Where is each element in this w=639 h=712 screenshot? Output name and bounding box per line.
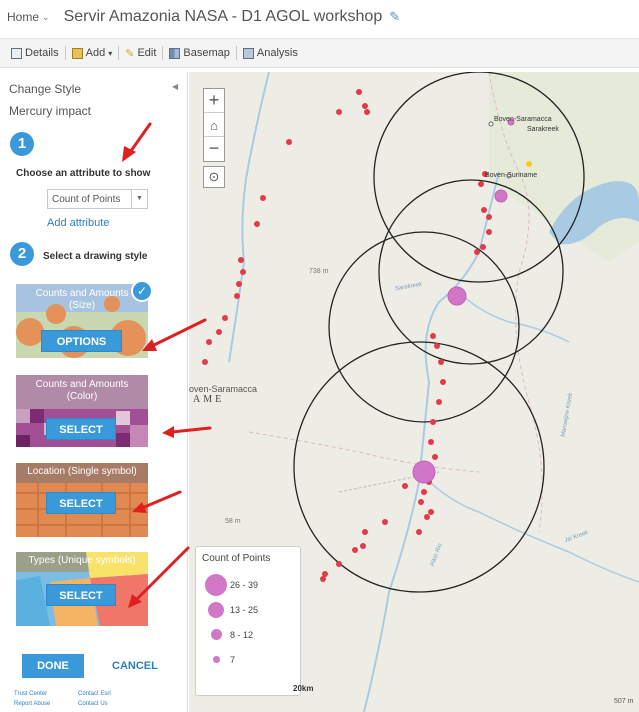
legend-symbol — [212, 656, 220, 663]
legend-title: Count of Points — [202, 553, 271, 564]
home-extent-button[interactable]: ⌂ — [204, 113, 224, 137]
elevation-label: 507 m — [614, 698, 634, 705]
trust-center-link[interactable]: Trust Center — [14, 689, 78, 699]
legend-item: 8 - 12 — [202, 622, 294, 647]
legend-label: 13 - 25 — [230, 604, 259, 615]
edit-title-icon[interactable]: ✎ — [389, 9, 400, 25]
zoom-controls: + ⌂ − — [203, 88, 225, 162]
analysis-label: Analysis — [256, 47, 298, 59]
locate-button[interactable]: ⊙ — [203, 166, 225, 188]
place-label: oven-Saramacca — [189, 384, 258, 394]
basemap-label: Basemap — [183, 47, 230, 59]
step-2-label: Select a drawing style — [43, 251, 148, 262]
top-bar: Home ⌄ Servir Amazonia NASA - D1 AGOL wo… — [0, 0, 639, 34]
legend-label: 7 — [230, 654, 236, 665]
legend-item: 13 - 25 — [202, 597, 294, 622]
home-label[interactable]: Home — [7, 10, 39, 24]
place-label: Boven-Saramacca — [494, 116, 552, 123]
select-button-color[interactable]: SELECT — [46, 418, 116, 440]
toolbar-divider — [118, 46, 120, 60]
elevation-label: 58 m — [225, 518, 241, 525]
details-label: Details — [25, 47, 59, 59]
details-icon — [11, 47, 22, 59]
change-style-panel: Change Style ◀ Mercury impact 1 Choose a… — [0, 72, 188, 712]
style-card-title: Location (Single symbol) — [27, 466, 137, 477]
home-icon: ⌂ — [210, 118, 218, 133]
locate-icon: ⊙ — [208, 169, 220, 184]
basemap-button[interactable]: Basemap — [165, 47, 233, 59]
legend-label: 26 - 39 — [230, 579, 259, 590]
toolbar-divider — [235, 46, 237, 60]
legend-panel: Count of Points 26 - 39 13 - 25 8 - 12 7 — [195, 546, 301, 696]
report-abuse-link[interactable]: Report Abuse — [14, 699, 78, 709]
style-card-title: Counts and Amounts (Color) — [35, 379, 129, 402]
map-title: Servir Amazonia NASA - D1 AGOL workshop — [63, 8, 383, 25]
edit-icon: ✎ — [125, 47, 135, 60]
style-card-location[interactable]: Location (Single symbol) SELECT — [16, 463, 148, 537]
style-card-counts-size[interactable]: Counts and Amounts (Size) OPTIONS — [16, 284, 148, 358]
step-2-badge: 2 — [10, 242, 34, 266]
toolbar-divider — [162, 46, 164, 60]
edit-button[interactable]: ✎ Edit — [121, 47, 160, 60]
place-label: Sarakreek — [527, 126, 559, 133]
edit-label: Edit — [137, 47, 157, 59]
add-icon — [71, 47, 83, 59]
chevron-down-icon[interactable]: ⌄ — [42, 12, 50, 23]
done-button[interactable]: DONE — [22, 654, 84, 678]
legend-item: 26 - 39 — [202, 572, 294, 597]
selected-check-icon: ✓ — [131, 280, 153, 302]
legend-symbol — [205, 573, 227, 596]
scale-bar: 20km — [293, 684, 314, 693]
contact-esri-link[interactable]: Contact Esri — [78, 689, 138, 699]
chevron-down-icon[interactable]: ▼ — [131, 190, 147, 208]
zoom-in-button[interactable]: + — [204, 89, 224, 113]
panel-footer: DONE CANCEL — [22, 654, 158, 678]
elevation-label: 738 m — [309, 268, 329, 275]
home-menu[interactable]: Home ⌄ — [7, 10, 50, 24]
contact-us-link[interactable]: Contact Us — [78, 699, 138, 709]
step-1-badge: 1 — [10, 132, 34, 156]
collapse-panel-icon[interactable]: ◀ — [172, 82, 178, 91]
select-button-types[interactable]: SELECT — [46, 584, 116, 606]
zoom-out-button[interactable]: − — [204, 137, 224, 161]
legend-item: 7 — [202, 647, 294, 672]
chevron-down-icon: ▾ — [108, 48, 113, 58]
select-button-location[interactable]: SELECT — [46, 492, 116, 514]
footer-links: Trust Center Contact Esri Report Abuse C… — [14, 689, 138, 709]
legend-symbol — [208, 601, 224, 618]
panel-title: Change Style — [9, 82, 82, 96]
add-button[interactable]: Add ▾ — [68, 47, 117, 59]
step-1-label: Choose an attribute to show — [16, 168, 151, 179]
cancel-button[interactable]: CANCEL — [112, 654, 158, 678]
add-attribute-link[interactable]: Add attribute — [47, 217, 109, 229]
toolbar-divider — [64, 46, 66, 60]
toolbar: Details Add ▾ ✎ Edit Basemap Analysis — [0, 38, 639, 68]
add-label: Add — [85, 47, 106, 59]
style-card-counts-color[interactable]: Counts and Amounts (Color) SELECT — [16, 375, 148, 447]
basemap-icon — [169, 47, 181, 59]
attribute-select[interactable]: Count of Points ▼ — [47, 189, 148, 209]
style-card-title: Counts and Amounts (Size) — [35, 288, 129, 311]
legend-label: 8 - 12 — [230, 629, 254, 640]
attribute-select-value: Count of Points — [52, 193, 121, 205]
layer-name: Mercury impact — [9, 104, 92, 118]
place-label: Boven-Suriname — [485, 172, 538, 179]
legend-symbol — [210, 629, 222, 640]
style-card-types[interactable]: Types (Unique symbols) SELECT — [16, 552, 148, 626]
options-button[interactable]: OPTIONS — [41, 330, 122, 352]
details-button[interactable]: Details — [7, 47, 63, 59]
map-view[interactable]: Boven-Saramacca Sarakreek Boven-Suriname… — [189, 72, 639, 712]
analysis-button[interactable]: Analysis — [239, 47, 302, 59]
place-label: AME — [193, 394, 225, 405]
style-card-title: Types (Unique symbols) — [28, 555, 136, 566]
analysis-icon — [242, 47, 254, 59]
